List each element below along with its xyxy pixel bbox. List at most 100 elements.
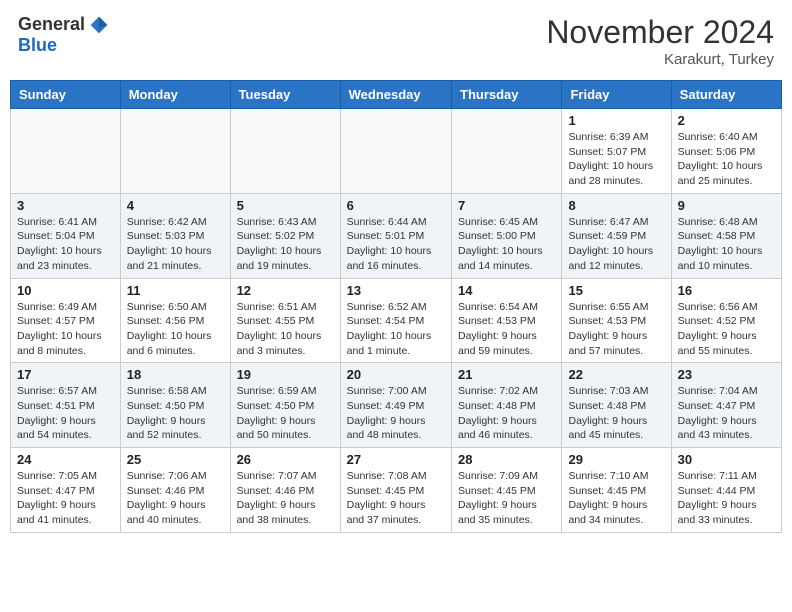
page-header: General Blue November 2024 Karakurt, Tur…	[10, 10, 782, 72]
day-header-monday: Monday	[120, 81, 230, 109]
day-number: 1	[568, 113, 664, 128]
calendar-day-13: 13Sunrise: 6:52 AMSunset: 4:54 PMDayligh…	[340, 278, 451, 363]
day-info: Sunrise: 6:57 AMSunset: 4:51 PMDaylight:…	[17, 384, 114, 443]
day-number: 10	[17, 283, 114, 298]
day-info: Sunrise: 6:59 AMSunset: 4:50 PMDaylight:…	[237, 384, 334, 443]
day-number: 21	[458, 367, 555, 382]
calendar-day-28: 28 Sunrise: 7:09 AMSunset: 4:45 PMDayligh…	[452, 448, 562, 533]
day-number: 28	[458, 452, 555, 467]
calendar-day-15: 15 Sunrise: 6:55 AMSunset: 4:53 PMDayligh…	[562, 278, 671, 363]
calendar-header-row: SundayMondayTuesdayWednesdayThursdayFrid…	[11, 81, 782, 109]
day-info: Sunrise: 6:58 AMSunset: 4:50 PMDaylight:…	[127, 384, 224, 443]
empty-day	[230, 109, 340, 194]
calendar-day-22: 22 Sunrise: 7:03 AMSunset: 4:48 PMDayligh…	[562, 363, 671, 448]
calendar-day-29: 29Sunrise: 7:10 AMSunset: 4:45 PMDayligh…	[562, 448, 671, 533]
day-number: 4	[127, 198, 224, 213]
calendar-day-1: 1 Sunrise: 6:39 AMSunset: 5:07 PMDaylight…	[562, 109, 671, 194]
day-header-sunday: Sunday	[11, 81, 121, 109]
day-info: Sunrise: 6:54 AMSunset: 4:53 PMDaylight:…	[458, 300, 555, 359]
location: Karakurt, Turkey	[546, 51, 774, 68]
calendar-day-2: 2Sunrise: 6:40 AMSunset: 5:06 PMDaylight…	[671, 109, 781, 194]
day-number: 30	[678, 452, 775, 467]
calendar-week-row: 1 Sunrise: 6:39 AMSunset: 5:07 PMDaylight…	[11, 109, 782, 194]
calendar-day-12: 12 Sunrise: 6:51 AMSunset: 4:55 PMDayligh…	[230, 278, 340, 363]
day-number: 9	[678, 198, 775, 213]
day-number: 17	[17, 367, 114, 382]
day-info: Sunrise: 7:03 AMSunset: 4:48 PMDaylight:…	[568, 384, 664, 443]
day-info: Sunrise: 6:44 AMSunset: 5:01 PMDaylight:…	[347, 215, 445, 274]
calendar-day-4: 4 Sunrise: 6:42 AMSunset: 5:03 PMDaylight…	[120, 193, 230, 278]
day-info: Sunrise: 7:04 AMSunset: 4:47 PMDaylight:…	[678, 384, 775, 443]
month-title: November 2024	[546, 14, 774, 51]
day-number: 6	[347, 198, 445, 213]
day-info: Sunrise: 7:06 AMSunset: 4:46 PMDaylight:…	[127, 469, 224, 528]
day-number: 13	[347, 283, 445, 298]
day-info: Sunrise: 7:07 AMSunset: 4:46 PMDaylight:…	[237, 469, 334, 528]
calendar-day-8: 8 Sunrise: 6:47 AMSunset: 4:59 PMDaylight…	[562, 193, 671, 278]
day-number: 22	[568, 367, 664, 382]
day-info: Sunrise: 6:55 AMSunset: 4:53 PMDaylight:…	[568, 300, 664, 359]
day-number: 24	[17, 452, 114, 467]
logo: General Blue	[18, 14, 109, 56]
day-info: Sunrise: 6:47 AMSunset: 4:59 PMDaylight:…	[568, 215, 664, 274]
calendar-day-27: 27 Sunrise: 7:08 AMSunset: 4:45 PMDayligh…	[340, 448, 451, 533]
day-header-friday: Friday	[562, 81, 671, 109]
empty-day	[11, 109, 121, 194]
day-number: 25	[127, 452, 224, 467]
day-number: 14	[458, 283, 555, 298]
day-info: Sunrise: 6:50 AMSunset: 4:56 PMDaylight:…	[127, 300, 224, 359]
day-info: Sunrise: 6:51 AMSunset: 4:55 PMDaylight:…	[237, 300, 334, 359]
day-number: 15	[568, 283, 664, 298]
calendar-day-21: 21 Sunrise: 7:02 AMSunset: 4:48 PMDayligh…	[452, 363, 562, 448]
day-info: Sunrise: 7:05 AMSunset: 4:47 PMDaylight:…	[17, 469, 114, 528]
day-info: Sunrise: 7:11 AMSunset: 4:44 PMDaylight:…	[678, 469, 775, 528]
day-number: 29	[568, 452, 664, 467]
calendar-day-5: 5Sunrise: 6:43 AMSunset: 5:02 PMDaylight…	[230, 193, 340, 278]
day-number: 19	[237, 367, 334, 382]
calendar-week-row: 3 Sunrise: 6:41 AMSunset: 5:04 PMDaylight…	[11, 193, 782, 278]
calendar-day-16: 16 Sunrise: 6:56 AMSunset: 4:52 PMDayligh…	[671, 278, 781, 363]
day-info: Sunrise: 7:08 AMSunset: 4:45 PMDaylight:…	[347, 469, 445, 528]
day-info: Sunrise: 6:56 AMSunset: 4:52 PMDaylight:…	[678, 300, 775, 359]
calendar-table: SundayMondayTuesdayWednesdayThursdayFrid…	[10, 80, 782, 533]
day-number: 12	[237, 283, 334, 298]
calendar-day-20: 20 Sunrise: 7:00 AMSunset: 4:49 PMDayligh…	[340, 363, 451, 448]
title-block: November 2024 Karakurt, Turkey	[546, 14, 774, 68]
day-number: 8	[568, 198, 664, 213]
empty-day	[120, 109, 230, 194]
day-number: 20	[347, 367, 445, 382]
day-info: Sunrise: 7:02 AMSunset: 4:48 PMDaylight:…	[458, 384, 555, 443]
day-number: 18	[127, 367, 224, 382]
calendar-day-18: 18 Sunrise: 6:58 AMSunset: 4:50 PMDayligh…	[120, 363, 230, 448]
logo-icon	[89, 15, 109, 35]
day-number: 16	[678, 283, 775, 298]
calendar-day-9: 9 Sunrise: 6:48 AMSunset: 4:58 PMDaylight…	[671, 193, 781, 278]
calendar-day-17: 17 Sunrise: 6:57 AMSunset: 4:51 PMDayligh…	[11, 363, 121, 448]
day-number: 23	[678, 367, 775, 382]
day-info: Sunrise: 6:48 AMSunset: 4:58 PMDaylight:…	[678, 215, 775, 274]
day-number: 26	[237, 452, 334, 467]
day-number: 11	[127, 283, 224, 298]
calendar-day-30: 30 Sunrise: 7:11 AMSunset: 4:44 PMDayligh…	[671, 448, 781, 533]
day-info: Sunrise: 6:40 AMSunset: 5:06 PMDaylight:…	[678, 130, 775, 189]
day-number: 27	[347, 452, 445, 467]
day-number: 5	[237, 198, 334, 213]
day-info: Sunrise: 6:39 AMSunset: 5:07 PMDaylight:…	[568, 130, 664, 189]
calendar-day-6: 6 Sunrise: 6:44 AMSunset: 5:01 PMDaylight…	[340, 193, 451, 278]
empty-day	[452, 109, 562, 194]
calendar-day-19: 19 Sunrise: 6:59 AMSunset: 4:50 PMDayligh…	[230, 363, 340, 448]
day-info: Sunrise: 6:41 AMSunset: 5:04 PMDaylight:…	[17, 215, 114, 274]
day-info: Sunrise: 7:00 AMSunset: 4:49 PMDaylight:…	[347, 384, 445, 443]
day-header-thursday: Thursday	[452, 81, 562, 109]
day-info: Sunrise: 6:42 AMSunset: 5:03 PMDaylight:…	[127, 215, 224, 274]
day-info: Sunrise: 7:09 AMSunset: 4:45 PMDaylight:…	[458, 469, 555, 528]
calendar-day-14: 14 Sunrise: 6:54 AMSunset: 4:53 PMDayligh…	[452, 278, 562, 363]
calendar-day-25: 25 Sunrise: 7:06 AMSunset: 4:46 PMDayligh…	[120, 448, 230, 533]
calendar-day-7: 7 Sunrise: 6:45 AMSunset: 5:00 PMDaylight…	[452, 193, 562, 278]
day-info: Sunrise: 6:49 AMSunset: 4:57 PMDaylight:…	[17, 300, 114, 359]
calendar-day-11: 11 Sunrise: 6:50 AMSunset: 4:56 PMDayligh…	[120, 278, 230, 363]
day-info: Sunrise: 6:45 AMSunset: 5:00 PMDaylight:…	[458, 215, 555, 274]
day-number: 7	[458, 198, 555, 213]
day-number: 3	[17, 198, 114, 213]
calendar-week-row: 17 Sunrise: 6:57 AMSunset: 4:51 PMDayligh…	[11, 363, 782, 448]
